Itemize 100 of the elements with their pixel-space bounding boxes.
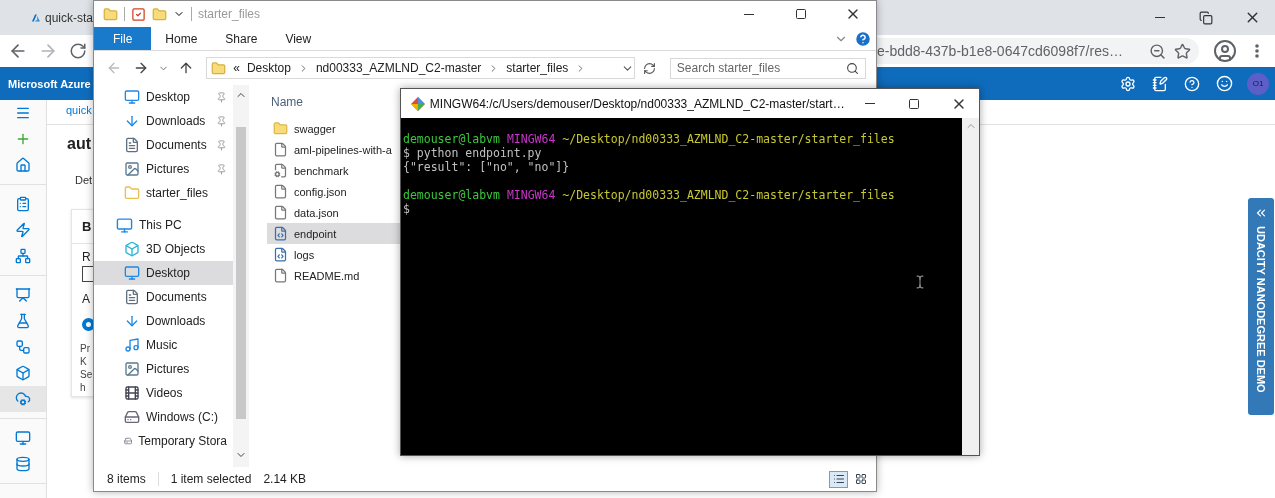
search-field[interactable]: Search starter_files [669, 57, 866, 79]
hierarchy-icon [15, 248, 31, 264]
file-row[interactable]: benchmark [267, 160, 401, 181]
card-text: K [79, 355, 88, 367]
field-label: R [81, 249, 92, 264]
file-icon [273, 205, 288, 220]
option-label: A [81, 291, 91, 306]
python-file-icon [273, 247, 288, 262]
help-icon[interactable] [854, 29, 872, 48]
ribbon-tab[interactable]: View [271, 27, 326, 50]
workflow-icon [15, 339, 31, 355]
window-title: starter_files [198, 7, 262, 21]
reload-icon [69, 42, 87, 60]
checkbox-icon[interactable] [131, 6, 146, 22]
page-title: aut [66, 134, 92, 153]
nav-item[interactable]: Pictures [94, 357, 233, 381]
file-row[interactable]: data.json [267, 202, 401, 223]
music-icon [124, 337, 140, 353]
maximize-icon [908, 97, 921, 110]
monitor-icon [116, 216, 133, 234]
file-row[interactable]: logs [267, 244, 401, 265]
document-icon [124, 289, 140, 305]
nav-item[interactable]: Temporary Stora [94, 429, 233, 453]
item-count: 8 items [107, 472, 147, 486]
minimize-icon [1155, 17, 1165, 18]
settings-icon [1120, 75, 1136, 92]
breadcrumb-item[interactable]: Desktop [246, 61, 291, 75]
nav-item[interactable]: starter_files [94, 181, 233, 205]
rail-button[interactable] [0, 386, 46, 412]
download-arrow-icon [124, 113, 140, 129]
document-icon [124, 137, 140, 153]
nav-item[interactable]: Documents [94, 133, 233, 157]
ribbon-tab[interactable]: Home [151, 27, 212, 50]
nav-item[interactable]: Downloads [94, 109, 233, 133]
breadcrumb-item[interactable]: starter_files [506, 61, 569, 75]
nav-item[interactable]: Pictures [94, 157, 233, 181]
file-row[interactable]: README.md [267, 265, 401, 286]
terminal-text: $ [403, 202, 410, 216]
terminal-text: demouser@labvm [403, 188, 500, 202]
restore-icon [1199, 10, 1213, 25]
side-tab[interactable]: UDACITY NANODEGREE DEMO [1248, 198, 1274, 415]
folder-icon[interactable] [152, 6, 167, 22]
window-title: MINGW64:/c/Users/demouser/Desktop/nd00333_AZMLND_C2-master/start… [429, 96, 845, 111]
folder-icon[interactable] [103, 6, 118, 22]
smiley-icon [1215, 75, 1233, 92]
address-bar[interactable]: e-bdd8-437b-b1e8-0647cd6098f7/res… [877, 38, 1199, 64]
nav-item[interactable]: This PC [94, 213, 233, 237]
folder-icon [273, 121, 288, 136]
plus-icon [15, 131, 31, 147]
view-mode-button[interactable] [829, 470, 848, 488]
terminal-text: MINGW64 [506, 188, 556, 202]
ribbon-tab[interactable]: File [94, 27, 152, 50]
nav-item[interactable]: Downloads [94, 309, 233, 333]
file-icon [273, 142, 288, 157]
breadcrumb-item[interactable]: nd00333_AZMLND_C2-master [315, 61, 482, 75]
ribbon-tab[interactable]: Share [211, 27, 272, 50]
flask-icon [15, 313, 31, 329]
file-row[interactable]: aml-pipelines-with-a [267, 139, 401, 160]
file-row[interactable]: config.json [267, 181, 401, 202]
address-field[interactable]: « Desktop nd00333_AZMLND_C2-master starter_files [206, 57, 636, 79]
star-icon [1174, 42, 1191, 60]
card-text: h [79, 381, 87, 393]
scrollbar[interactable] [962, 118, 979, 455]
home-icon [15, 157, 31, 173]
file-row[interactable]: swagger [267, 118, 401, 139]
settings-file-icon [273, 163, 288, 178]
column-header[interactable]: Name [271, 94, 303, 109]
selection-size: 2.14 KB [263, 472, 307, 486]
nav-item[interactable]: Desktop [94, 85, 233, 109]
scrollbar[interactable] [233, 85, 249, 467]
chevrons-left-icon [1254, 206, 1268, 220]
diamond-logo-icon [411, 95, 425, 112]
terminal-text: demouser@labvm [403, 132, 500, 146]
film-icon [124, 385, 140, 401]
database-icon [15, 456, 31, 472]
zoom-out-icon [1149, 42, 1166, 60]
nav-item[interactable]: Music [94, 333, 233, 357]
python-file-icon [273, 226, 288, 241]
page-tab[interactable]: Det [47, 153, 93, 186]
selection-count: 1 item selected [170, 472, 253, 486]
minimize-icon [864, 103, 875, 104]
terminal-text: $ python endpoint.py [403, 146, 542, 160]
nav-item[interactable]: Windows (C:) [94, 405, 233, 429]
file-row[interactable]: endpoint [267, 223, 401, 244]
notebook-icon [15, 196, 31, 212]
brand-name[interactable]: Microsoft Azure [8, 77, 91, 90]
refresh-icon [642, 61, 656, 75]
cube-icon [15, 365, 31, 381]
details-view-icon [832, 473, 845, 485]
download-arrow-icon [124, 313, 140, 329]
file-icon [273, 268, 288, 283]
terminal-text: ~/Desktop/nd00333_AZMLND_C2-master/starter_files [562, 188, 895, 202]
picture-icon [124, 361, 140, 377]
nav-item[interactable]: 3D Objects [94, 237, 233, 261]
nav-item[interactable]: Documents [94, 285, 233, 309]
profile-button[interactable] [1211, 37, 1239, 65]
nav-item[interactable]: Videos [94, 381, 233, 405]
nav-item[interactable]: Desktop [94, 261, 233, 285]
presentation-icon [15, 287, 31, 303]
tab-title[interactable]: quick-sta [44, 10, 93, 25]
